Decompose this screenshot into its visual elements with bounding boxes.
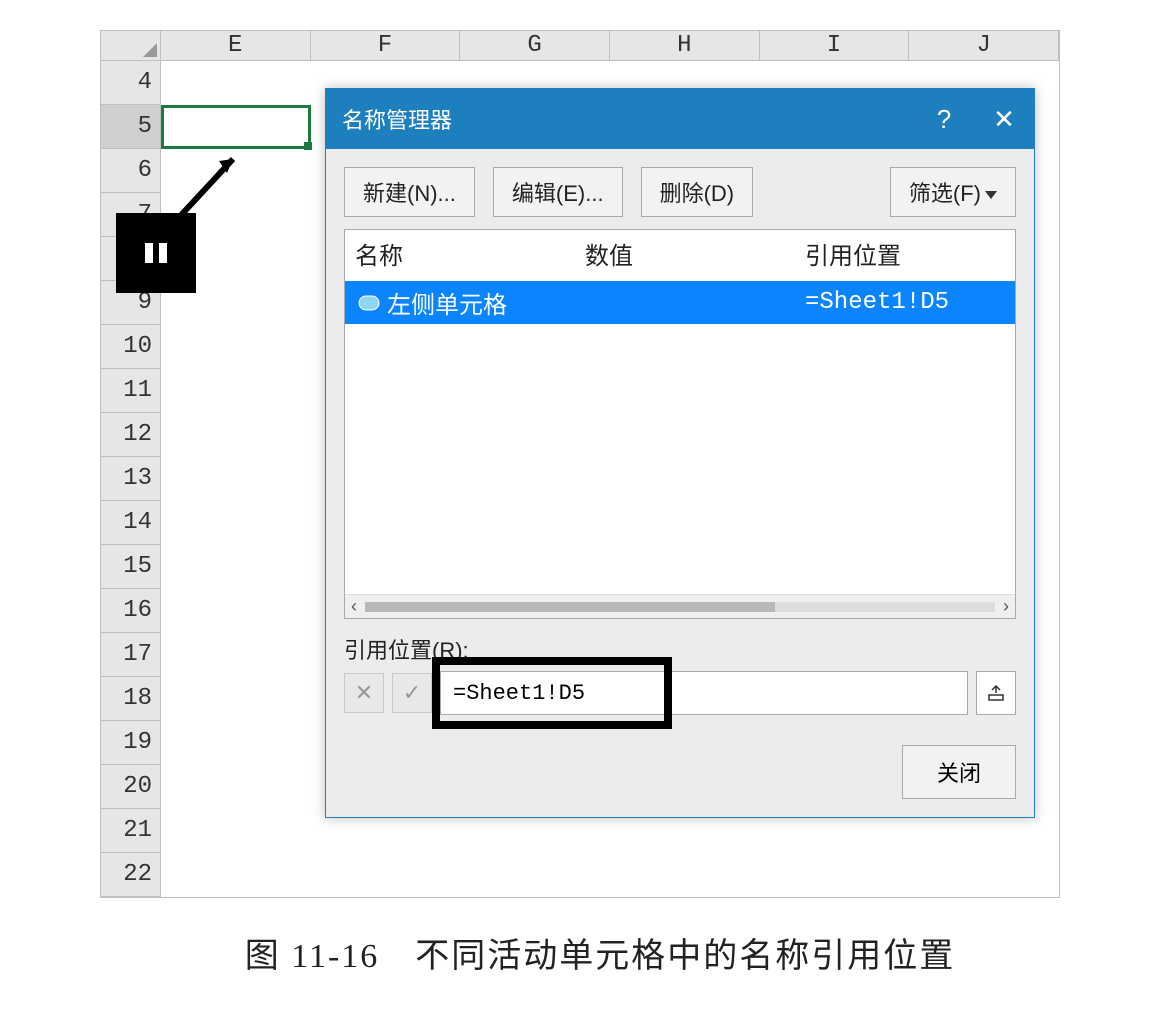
- col-header-value[interactable]: 数值: [585, 236, 805, 271]
- names-list[interactable]: 名称 数值 引用位置 左侧单元格 =Sheet1!D5 ‹ ›: [344, 229, 1016, 619]
- row-header[interactable]: 4: [101, 61, 161, 105]
- row-header[interactable]: 17: [101, 633, 161, 677]
- row-header[interactable]: 22: [101, 853, 161, 897]
- select-all-corner[interactable]: [101, 31, 161, 61]
- row-header[interactable]: 10: [101, 325, 161, 369]
- delete-button[interactable]: 删除(D): [641, 167, 754, 217]
- dialog-title: 名称管理器: [342, 103, 914, 135]
- callout-marker: [116, 213, 196, 293]
- col-header[interactable]: F: [311, 31, 461, 61]
- row-header[interactable]: 14: [101, 501, 161, 545]
- filter-button[interactable]: 筛选(F): [890, 167, 1016, 217]
- ref-label: 引用位置(R):: [344, 633, 1016, 665]
- row-header[interactable]: 11: [101, 369, 161, 413]
- col-header[interactable]: J: [909, 31, 1059, 61]
- ref-input[interactable]: [440, 671, 968, 715]
- dialog-titlebar: 名称管理器 ? ✕: [326, 89, 1034, 149]
- close-icon[interactable]: ✕: [974, 89, 1034, 149]
- col-header-ref[interactable]: 引用位置: [805, 236, 1005, 271]
- row-header[interactable]: 6: [101, 149, 161, 193]
- active-cell-E5[interactable]: [161, 105, 311, 149]
- scroll-thumb[interactable]: [365, 602, 775, 612]
- chevron-down-icon: [985, 191, 997, 199]
- name-icon: [355, 293, 383, 313]
- row-header[interactable]: 21: [101, 809, 161, 853]
- help-button[interactable]: ?: [914, 89, 974, 149]
- row-header[interactable]: 18: [101, 677, 161, 721]
- close-button[interactable]: 关闭: [902, 745, 1016, 799]
- scroll-right-icon[interactable]: ›: [1003, 596, 1009, 617]
- row-header[interactable]: 20: [101, 765, 161, 809]
- collapse-icon: [987, 684, 1005, 702]
- col-header[interactable]: G: [460, 31, 610, 61]
- cancel-ref-button[interactable]: ✕: [344, 673, 384, 713]
- col-header[interactable]: I: [760, 31, 910, 61]
- name-cell: 左侧单元格: [387, 285, 613, 320]
- name-manager-dialog: 名称管理器 ? ✕ 新建(N)... 编辑(E)... 删除(D) 筛选(F) …: [325, 88, 1035, 818]
- ref-cell: =Sheet1!D5: [805, 289, 1005, 316]
- scroll-left-icon[interactable]: ‹: [351, 596, 357, 617]
- confirm-ref-button[interactable]: ✓: [392, 673, 432, 713]
- edit-button[interactable]: 编辑(E)...: [493, 167, 623, 217]
- name-row-selected[interactable]: 左侧单元格 =Sheet1!D5: [345, 281, 1015, 324]
- row-header[interactable]: 16: [101, 589, 161, 633]
- row-header[interactable]: 12: [101, 413, 161, 457]
- col-header-name[interactable]: 名称: [355, 236, 585, 271]
- col-header[interactable]: E: [161, 31, 311, 61]
- new-button[interactable]: 新建(N)...: [344, 167, 475, 217]
- row-header[interactable]: 5: [101, 105, 161, 149]
- col-header[interactable]: H: [610, 31, 760, 61]
- figure-caption: 图 11-16 不同活动单元格中的名称引用位置: [100, 928, 1100, 977]
- row-header[interactable]: 19: [101, 721, 161, 765]
- horizontal-scrollbar[interactable]: ‹ ›: [345, 594, 1015, 618]
- row-header[interactable]: 15: [101, 545, 161, 589]
- row-header[interactable]: 13: [101, 457, 161, 501]
- collapse-dialog-button[interactable]: [976, 671, 1016, 715]
